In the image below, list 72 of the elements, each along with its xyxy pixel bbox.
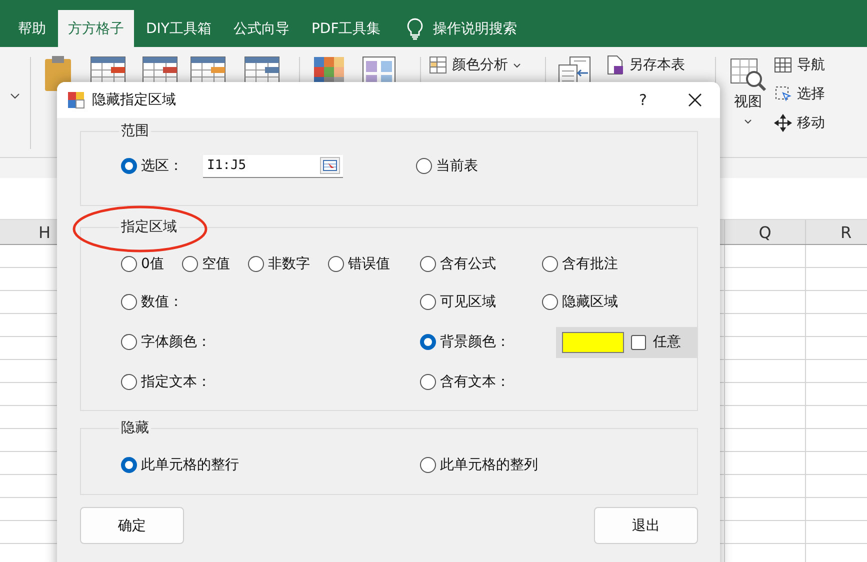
ribbon-command[interactable]: 导航 [774, 53, 825, 77]
radio-label: 非数字 [268, 255, 310, 273]
view-button[interactable]: 视图 [726, 53, 770, 157]
group-label: 隐藏 [120, 419, 150, 437]
radio-button[interactable] [328, 256, 344, 272]
radio-label: 选区： [141, 157, 183, 175]
radio-label: 空值 [202, 255, 230, 273]
radio-button[interactable] [121, 256, 137, 272]
close-icon [688, 93, 702, 107]
save-sheet-button[interactable]: 另存本表 [606, 53, 685, 77]
ribbon-command[interactable]: 移动 [774, 111, 825, 135]
radio-button[interactable] [121, 457, 137, 473]
radio-button[interactable] [416, 158, 432, 174]
column-header[interactable]: Q [725, 220, 806, 244]
radio-button[interactable] [121, 294, 137, 310]
radio-label: 错误值 [348, 255, 390, 273]
radio-label: 隐藏区域 [562, 293, 618, 311]
table-icon [774, 56, 792, 74]
radio-label: 指定文本： [141, 373, 211, 391]
caret-icon [744, 119, 752, 124]
radio-label: 0值 [141, 255, 164, 273]
dialog-button[interactable]: 退出 [594, 507, 698, 544]
group-label: 范围 [120, 122, 150, 140]
radio-button[interactable] [182, 256, 198, 272]
dialog-button[interactable]: 确定 [80, 507, 184, 544]
radio-button[interactable] [420, 457, 436, 473]
dialog-title: 隐藏指定区域 [92, 91, 177, 109]
radio-button[interactable] [420, 294, 436, 310]
caret-icon [513, 62, 521, 68]
tell-me-search[interactable]: 操作说明搜索 [432, 20, 517, 38]
radio-button[interactable] [248, 256, 264, 272]
color-analysis-button[interactable]: 颜色分析 [429, 53, 521, 77]
radio-label: 数值： [141, 293, 183, 311]
radio-button[interactable] [121, 334, 137, 350]
color-swatch[interactable] [562, 332, 624, 352]
radio-button[interactable] [542, 294, 558, 310]
ribbon-tab[interactable]: 帮助 [8, 11, 56, 47]
range-picker-button[interactable] [320, 157, 340, 174]
ribbon-tab[interactable]: DIY工具箱 [136, 11, 222, 47]
radio-label: 含有文本： [440, 373, 510, 391]
radio-button[interactable] [121, 158, 137, 174]
help-button[interactable]: ? [628, 85, 658, 115]
radio-button[interactable] [420, 256, 436, 272]
radio-label: 当前表 [436, 157, 478, 175]
ribbon-command[interactable]: 选择 [774, 82, 825, 106]
checkbox[interactable] [631, 334, 646, 350]
save-document-icon [606, 55, 624, 75]
radio-label: 背景颜色： [440, 333, 510, 351]
radio-label: 含有公式 [440, 255, 496, 273]
caret-icon[interactable] [10, 93, 20, 99]
radio-label: 此单元格的整行 [141, 456, 239, 474]
range-picker-icon [323, 160, 337, 171]
ribbon-tab[interactable]: 公式向导 [223, 11, 300, 47]
move-icon [774, 114, 792, 132]
radio-button[interactable] [542, 256, 558, 272]
radio-label: 可见区域 [440, 293, 496, 311]
color-table-icon [429, 56, 447, 74]
checkbox-label: 任意 [653, 333, 681, 351]
radio-button[interactable] [420, 334, 436, 350]
group-label: 指定区域 [120, 218, 178, 236]
radio-button[interactable] [420, 374, 436, 390]
selection-icon [774, 85, 792, 103]
range-input-field[interactable]: I1:J5 [203, 154, 343, 178]
radio-label: 此单元格的整列 [440, 456, 538, 474]
ribbon-tab[interactable]: PDF工具集 [301, 11, 391, 47]
radio-label: 含有批注 [562, 255, 618, 273]
radio-label: 字体颜色： [141, 333, 211, 351]
ribbon-tab[interactable]: 方方格子 [58, 10, 134, 47]
lightbulb-icon[interactable] [406, 18, 423, 40]
column-header[interactable]: R [806, 220, 867, 244]
app-icon [67, 91, 85, 109]
radio-button[interactable] [121, 374, 137, 390]
